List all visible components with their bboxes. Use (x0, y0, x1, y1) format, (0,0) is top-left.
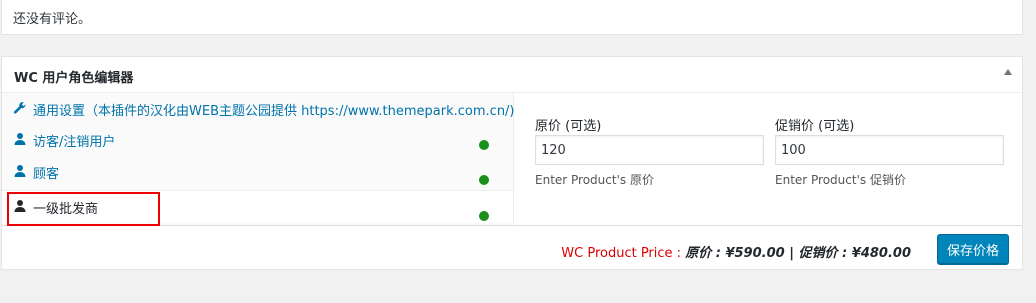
tab-label: 访客/注销用户 (33, 135, 116, 150)
sale-price-input[interactable] (775, 135, 1004, 165)
regular-price-input[interactable] (535, 135, 764, 165)
metabox-title: WC 用户角色编辑器 (14, 71, 134, 86)
collapse-toggle-icon[interactable] (1004, 69, 1012, 75)
sale-price-summary-value: ¥480.00 (851, 246, 911, 261)
sale-price-summary-label: 促销价 (798, 246, 838, 261)
price-summary: WC Product Price : 原价 : ¥590.00 | 促销价 : … (561, 246, 911, 261)
sale-price-desc: Enter Product's 促销价 (775, 173, 906, 187)
tab-wholesaler-level-1[interactable]: 一级批发商 (2, 190, 513, 223)
save-price-button[interactable]: 保存价格 (937, 234, 1009, 264)
price-summary-separator: | (784, 246, 799, 261)
metabox-header[interactable]: WC 用户角色编辑器 (2, 57, 1022, 93)
comments-box: 还没有评论。 (1, 0, 1023, 35)
no-comments-text: 还没有评论。 (13, 12, 92, 27)
price-panel: 原价 (可选) Enter Product's 原价 促销价 (可选) Ente… (514, 93, 1022, 225)
user-icon (14, 133, 26, 145)
role-tabs: 通用设置（本插件的汉化由WEB主题公园提供 https://www.themep… (2, 93, 515, 225)
wc-user-role-editor-metabox: WC 用户角色编辑器 通用设置（本插件的汉化由WEB主题公园提供 https:/… (1, 56, 1023, 270)
tab-guest-users[interactable]: 访客/注销用户 (2, 124, 513, 156)
regular-price-desc: Enter Product's 原价 (535, 173, 654, 187)
sale-price-label: 促销价 (可选) (775, 119, 855, 134)
tab-label: 通用设置（本插件的汉化由WEB主题公园提供 https://www.themep… (33, 104, 515, 119)
status-dot (479, 175, 489, 185)
tab-customer[interactable]: 顾客 (2, 156, 513, 188)
regular-price-summary-label: 原价 (685, 246, 712, 261)
status-dot (479, 211, 489, 221)
regular-price-summary-value: ¥590.00 (725, 246, 785, 261)
regular-price-label: 原价 (可选) (535, 119, 602, 134)
status-dot (479, 140, 489, 150)
tab-label: 一级批发商 (33, 202, 99, 217)
price-summary-prefix: WC Product Price : (561, 246, 686, 261)
tab-general-settings[interactable]: 通用设置（本插件的汉化由WEB主题公园提供 https://www.themep… (2, 93, 515, 125)
metabox-footer: WC Product Price : 原价 : ¥590.00 | 促销价 : … (2, 225, 1022, 269)
user-icon (14, 200, 26, 212)
user-icon (14, 165, 26, 177)
tab-label: 顾客 (33, 167, 60, 182)
wrench-icon (13, 102, 26, 114)
